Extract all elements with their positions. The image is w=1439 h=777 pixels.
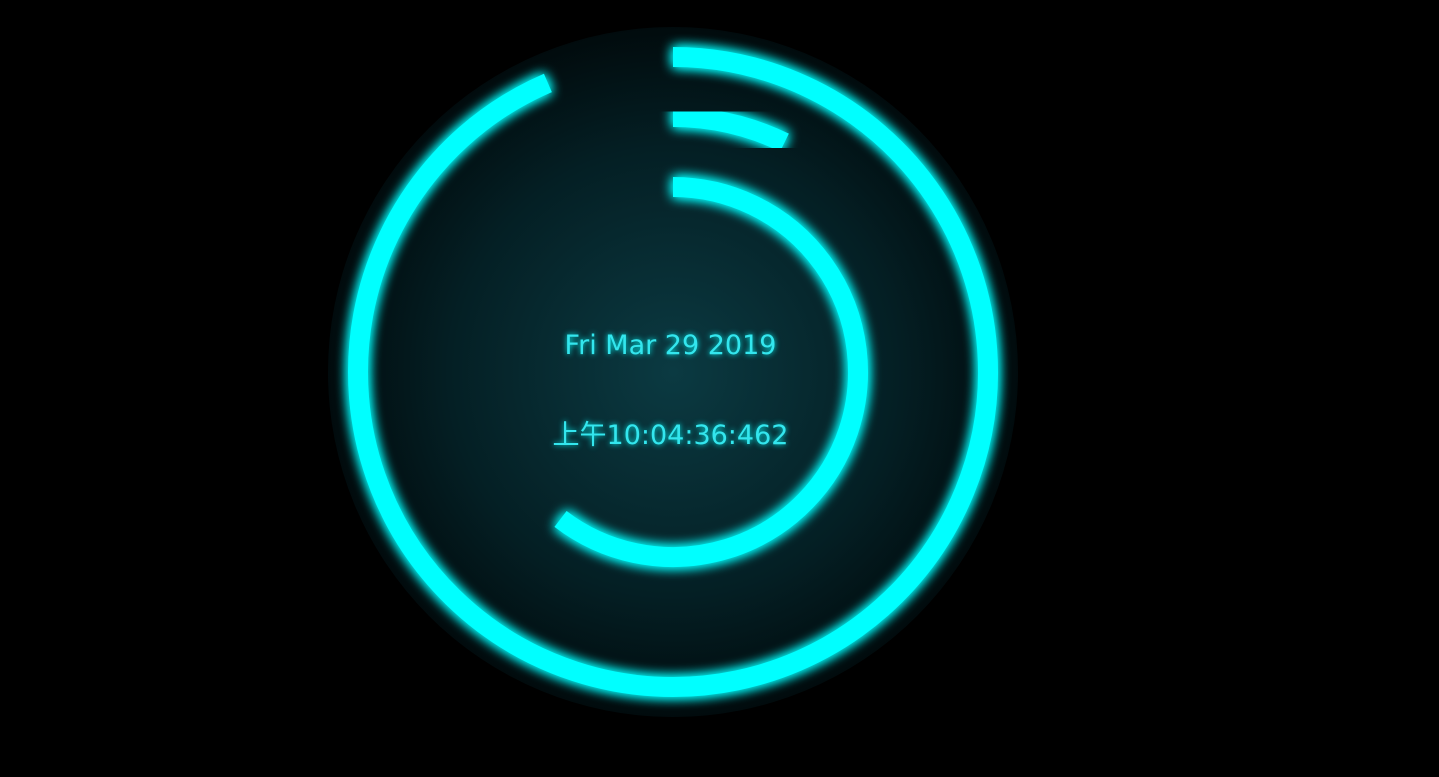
clock-stage: Fri Mar 29 2019 上午10:04:36:462 [0,0,1439,777]
time-label: 上午10:04:36:462 [552,420,789,451]
date-label: Fri Mar 29 2019 [564,330,777,361]
clock-face [328,27,1018,717]
clock-background-disc [328,27,1018,717]
